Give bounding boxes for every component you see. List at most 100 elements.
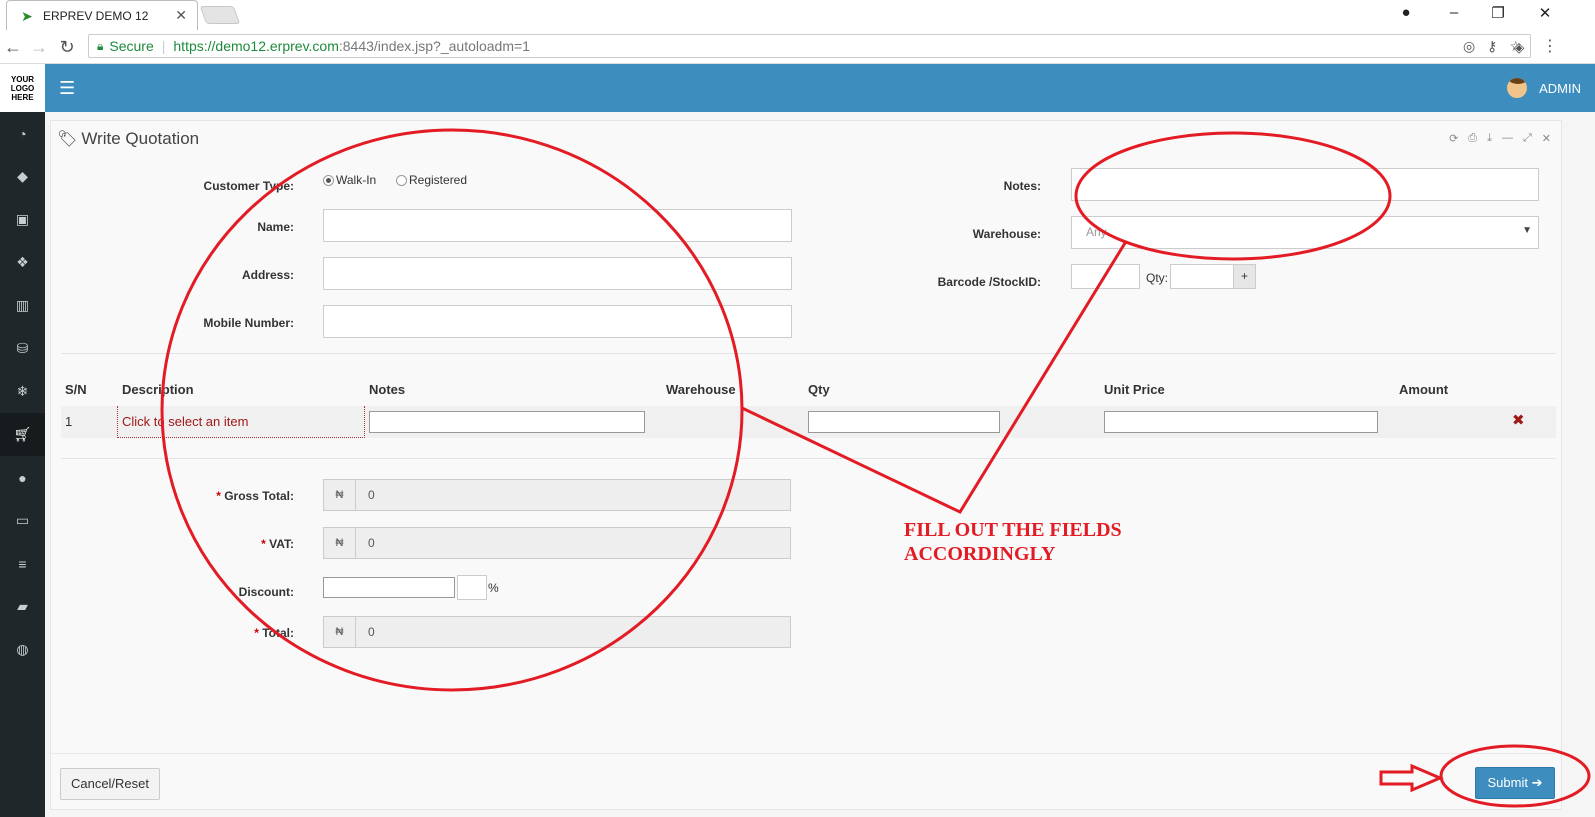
minimize-panel-icon[interactable]: — [1502, 132, 1513, 145]
url-separator: | [161, 38, 166, 54]
expand-icon[interactable]: ⤢ [1523, 132, 1532, 145]
sidebar-snowflake-icon[interactable]: ❄ [0, 370, 45, 413]
row-unit-price-input[interactable] [1104, 411, 1378, 433]
new-tab-button[interactable] [199, 6, 241, 24]
naira-icon: ₦ [324, 528, 356, 558]
company-logo[interactable]: YOUR LOGO HERE [0, 64, 45, 112]
tag-icon: 🏷︎ [57, 131, 78, 148]
warehouse-label: Warehouse: [972, 227, 1041, 241]
annotation-line-1: FILL OUT THE FIELDS [904, 519, 1122, 541]
radio-registered[interactable]: Registered [396, 173, 467, 187]
app-header: ☰ ADMIN [45, 64, 1595, 112]
discount-percent-input[interactable] [457, 575, 487, 600]
logo-text: YOUR LOGO HERE [10, 74, 35, 102]
menu-toggle-icon[interactable]: ☰ [59, 79, 75, 97]
discount-amount-input[interactable] [323, 577, 455, 598]
col-header-amount: Amount [1399, 382, 1449, 397]
main-content: 🏷︎ Write Quotation ⟳ ⎙ ⤓ — ⤢ ✕ Customer … [45, 112, 1595, 817]
profile-icon[interactable]: ● [1396, 4, 1416, 21]
required-mark: * [261, 537, 266, 551]
browser-tab-bar: ➤ ERPREV DEMO 12 ✕ ● – ❐ ✕ [0, 0, 1595, 30]
divider [61, 458, 1556, 459]
close-tab-icon[interactable]: ✕ [175, 7, 187, 24]
avatar [1505, 76, 1530, 100]
gross-total-field: ₦ 0 [323, 479, 791, 511]
forward-icon[interactable]: → [29, 37, 49, 57]
sidebar-tag-icon[interactable]: ◆ [0, 155, 45, 198]
address-input[interactable] [323, 257, 792, 290]
name-label: Name: [257, 220, 294, 234]
user-menu[interactable]: ADMIN [1505, 76, 1581, 100]
add-item-button[interactable]: + [1233, 264, 1256, 289]
qty-input[interactable] [1170, 264, 1234, 289]
sidebar-dashboard-icon[interactable]: ◔ [0, 112, 45, 155]
minimize-icon[interactable]: – [1444, 4, 1464, 21]
panel-header: 🏷︎ Write Quotation ⟳ ⎙ ⤓ — ⤢ ✕ [51, 121, 1561, 157]
annotation-line-2: ACCORDINGLY [904, 543, 1056, 565]
col-header-warehouse: Warehouse [666, 382, 736, 397]
footer-divider [51, 753, 1561, 754]
download-icon[interactable]: ⤓ [1487, 132, 1492, 145]
url-field[interactable]: 🔒︎ Secure | https://demo12.erprev.com :8… [88, 34, 1531, 58]
cancel-reset-button[interactable]: Cancel/Reset [60, 768, 160, 800]
col-header-qty: Qty [808, 382, 830, 397]
annotation-text: FILL OUT THE FIELDS ACCORDINGLY [904, 518, 1122, 566]
vat-label: * VAT: [151, 537, 294, 551]
restore-icon[interactable]: ❐ [1488, 4, 1508, 22]
remove-row-icon[interactable]: ✖ [1512, 411, 1525, 429]
total-label: * Total: [151, 626, 294, 640]
user-name: ADMIN [1539, 80, 1581, 96]
print-icon[interactable]: ⎙ [1468, 132, 1477, 145]
key-icon[interactable]: ⚷ [1487, 38, 1497, 55]
reload-icon[interactable]: ↻ [57, 37, 77, 57]
radio-registered-label: Registered [409, 173, 468, 187]
sidebar-monitor-icon[interactable]: ▭ [0, 499, 45, 542]
sidebar-cubes-icon[interactable]: ❖ [0, 241, 45, 284]
radio-walkin-dot[interactable] [323, 174, 334, 186]
close-window-icon[interactable]: ✕ [1535, 4, 1555, 22]
url-path: :8443/index.jsp?_autoloadm=1 [338, 38, 530, 54]
sidebar: YOUR LOGO HERE ◔ ◆ ▣ ❖ ▥ ⛁ ❄ 🛒︎ ● ▭ ≡ ▰ … [0, 64, 45, 817]
col-header-sn: S/N [65, 382, 87, 397]
sidebar-lifebuoy-icon[interactable]: ◍ [0, 628, 45, 671]
submit-label: Submit [1487, 775, 1528, 790]
browser-tab[interactable]: ➤ ERPREV DEMO 12 ✕ [6, 0, 198, 30]
gross-total-label: * Gross Total: [151, 489, 294, 503]
row-sn: 1 [65, 414, 73, 429]
secure-label: Secure [109, 38, 154, 54]
col-header-notes: Notes [369, 382, 406, 397]
warehouse-select[interactable]: Any ▼ [1071, 216, 1539, 249]
radio-registered-dot[interactable] [396, 174, 407, 186]
sidebar-database-icon[interactable]: ⛁ [0, 327, 45, 370]
item-selector[interactable]: Click to select an item [117, 406, 365, 438]
close-panel-icon[interactable]: ✕ [1542, 132, 1551, 145]
sidebar-cart-icon[interactable]: 🛒︎ [0, 413, 45, 456]
address-label: Address: [241, 268, 294, 282]
row-notes-input[interactable] [369, 411, 645, 433]
sidebar-stack-icon[interactable]: ≡ [0, 542, 45, 585]
sidebar-money-icon[interactable]: ▣ [0, 198, 45, 241]
refresh-icon[interactable]: ⟳ [1449, 132, 1458, 145]
back-icon[interactable]: ← [3, 37, 23, 57]
url-host: https://demo12.erprev.com [173, 38, 339, 54]
mobile-input[interactable] [323, 305, 792, 338]
arrow-circle-right-icon: ➔ [1527, 775, 1543, 790]
sidebar-book-icon[interactable]: ▰ [0, 585, 45, 628]
row-qty-input[interactable] [808, 411, 1000, 433]
barcode-input[interactable] [1071, 264, 1140, 289]
notes-label: Notes: [1003, 179, 1041, 193]
sidebar-building-icon[interactable]: ▥ [0, 284, 45, 327]
location-icon[interactable]: ◎ [1463, 38, 1475, 55]
browser-menu-icon[interactable]: ⋮ [1540, 37, 1560, 57]
name-input[interactable] [323, 209, 792, 242]
radio-walkin[interactable]: Walk-In [323, 173, 376, 187]
col-header-description: Description [122, 382, 194, 397]
discount-label: Discount: [238, 585, 294, 599]
customer-type-label: Customer Type: [203, 179, 294, 193]
extension-icon[interactable]: ◈ [1509, 37, 1529, 57]
notes-textarea[interactable] [1071, 168, 1539, 201]
vat-label-text: VAT: [269, 537, 294, 551]
warehouse-value: Any [1086, 225, 1107, 239]
submit-button[interactable]: Submit ➔ [1475, 767, 1555, 799]
sidebar-circle-icon[interactable]: ● [0, 456, 45, 499]
